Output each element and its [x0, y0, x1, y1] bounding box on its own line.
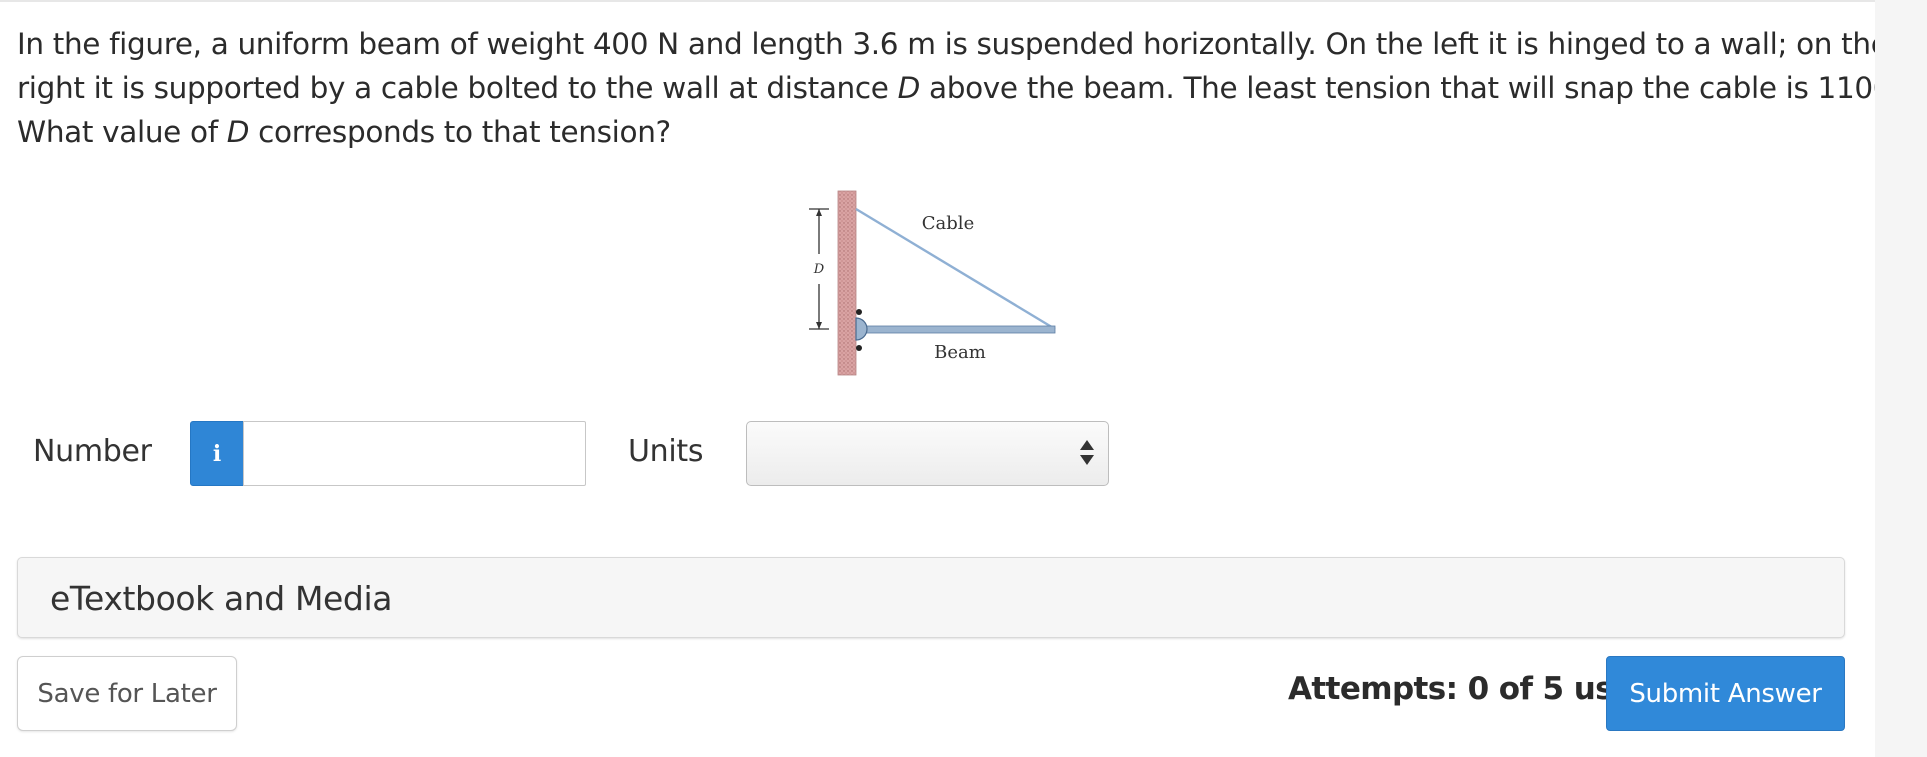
figure-svg: D Cable Beam — [809, 190, 1056, 376]
wall — [837, 190, 857, 376]
variable-d: D — [226, 115, 250, 149]
info-icon[interactable]: i — [190, 421, 244, 486]
question-line-2-end: above the beam. The least tension that w… — [919, 71, 1927, 105]
etextbook-label: eTextbook and Media — [50, 579, 393, 618]
units-select[interactable] — [746, 421, 1109, 486]
question-line-2: right it is supported by a cable bolted … — [17, 66, 1927, 110]
info-glyph: i — [212, 440, 222, 467]
hinge — [855, 317, 868, 341]
beam — [860, 325, 1056, 334]
save-for-later-button[interactable]: Save for Later — [17, 656, 237, 731]
distance-label: D — [813, 262, 825, 277]
wall-bolt-bottom — [856, 345, 862, 351]
select-arrows-icon — [1080, 440, 1094, 468]
question-line-2-start: right it is supported by a cable bolted … — [17, 71, 898, 105]
submit-answer-button[interactable]: Submit Answer — [1606, 656, 1845, 731]
units-label: Units — [628, 434, 704, 469]
cable-label: Cable — [922, 213, 974, 234]
beam-label: Beam — [934, 342, 986, 363]
number-label: Number — [33, 434, 152, 469]
number-input[interactable] — [243, 421, 586, 486]
right-gutter — [1875, 0, 1927, 757]
attempts-counter: Attempts: 0 of 5 used — [1288, 671, 1656, 707]
wall-bolt-top — [856, 309, 862, 315]
beam-cable-figure: D Cable Beam — [795, 186, 1065, 386]
question-line-1: In the figure, a uniform beam of weight … — [17, 27, 1889, 61]
variable-d: D — [897, 71, 921, 105]
question-line-3-end: corresponds to that tension? — [249, 115, 671, 149]
question-line-3-start: What value of — [17, 115, 227, 149]
question-page: In the figure, a uniform beam of weight … — [0, 0, 1927, 757]
question-text: In the figure, a uniform beam of weight … — [17, 22, 1927, 154]
etextbook-panel[interactable]: eTextbook and Media — [17, 557, 1845, 638]
question-line-3: What value of D corresponds to that tens… — [17, 110, 1857, 154]
top-divider — [0, 0, 1875, 2]
